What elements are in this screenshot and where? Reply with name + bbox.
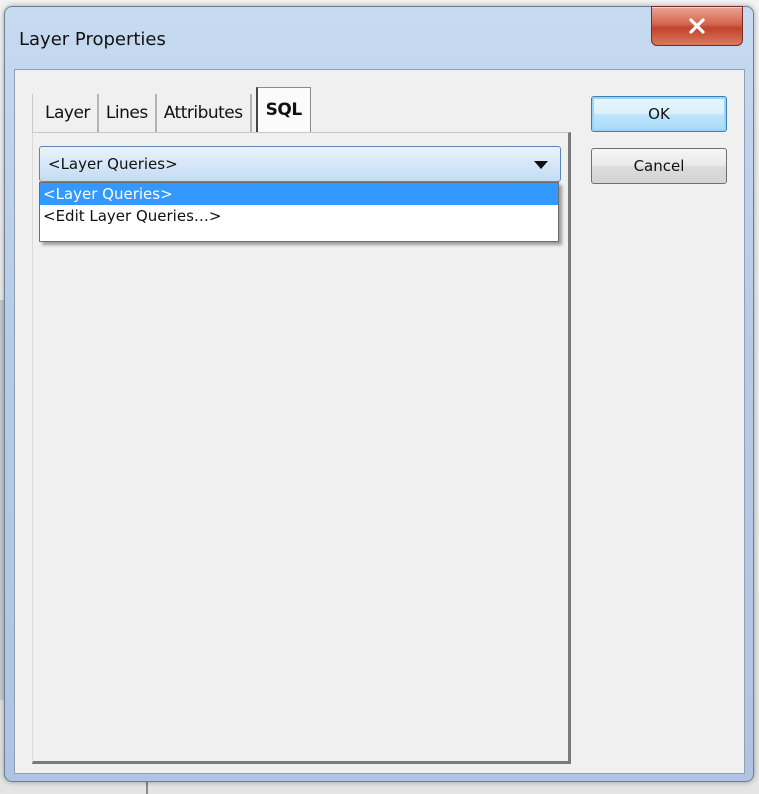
combo-dropdown-list: <Layer Queries> <Edit Layer Queries…>: [39, 182, 559, 242]
close-icon: [689, 18, 705, 34]
layer-queries-combo[interactable]: <Layer Queries>: [39, 146, 561, 182]
cancel-button[interactable]: Cancel: [591, 148, 727, 184]
combo-selected-value: <Layer Queries>: [48, 155, 178, 173]
dropdown-option-edit-layer-queries[interactable]: <Edit Layer Queries…>: [40, 205, 558, 227]
dropdown-option-layer-queries[interactable]: <Layer Queries>: [40, 183, 558, 205]
tab-layer[interactable]: Layer: [32, 94, 99, 132]
close-button[interactable]: [651, 6, 743, 46]
tab-strip: Layer Lines Attributes SQL: [32, 86, 311, 132]
tab-sql[interactable]: SQL: [255, 87, 311, 132]
layer-properties-dialog: Layer Properties Layer Lines Attributes …: [4, 6, 754, 782]
window-title: Layer Properties: [19, 29, 166, 50]
chevron-down-icon: [534, 161, 548, 169]
tab-attributes[interactable]: Attributes: [156, 94, 252, 132]
title-bar[interactable]: Layer Properties: [5, 6, 753, 69]
tab-lines[interactable]: Lines: [98, 94, 157, 132]
ok-button[interactable]: OK: [591, 96, 727, 132]
dialog-client-area: Layer Lines Attributes SQL <Layer Querie…: [14, 69, 745, 774]
